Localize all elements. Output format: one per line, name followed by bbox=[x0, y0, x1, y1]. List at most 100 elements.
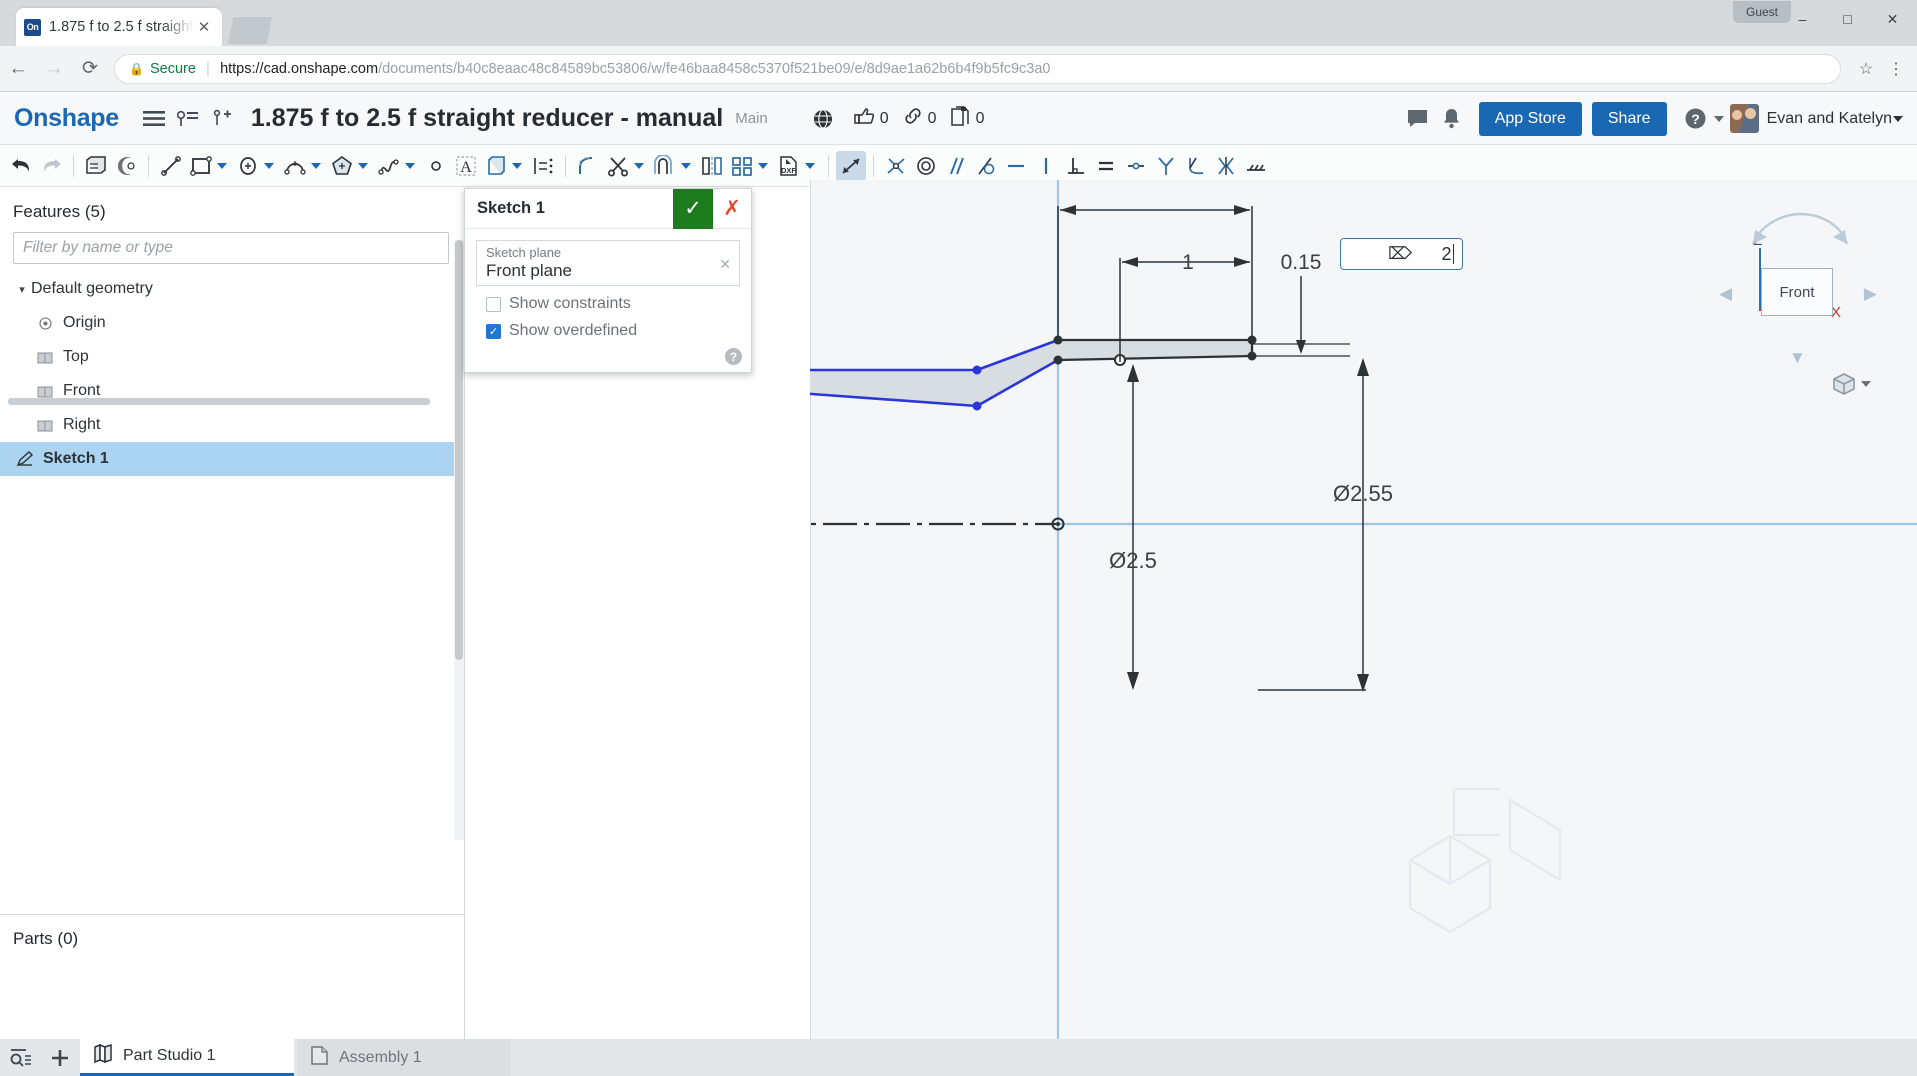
arc-tool[interactable] bbox=[280, 151, 310, 181]
sketch-plane-field[interactable]: Sketch plane Front plane ✕ bbox=[476, 240, 740, 286]
bookmark-star-icon[interactable]: ☆ bbox=[1851, 54, 1881, 84]
version-graph-icon[interactable] bbox=[171, 102, 205, 136]
offset-icon[interactable] bbox=[650, 151, 680, 181]
app-store-button[interactable]: App Store bbox=[1478, 101, 1582, 136]
tangent-constraint[interactable] bbox=[971, 151, 1001, 181]
avatar[interactable] bbox=[1729, 104, 1759, 133]
comment-icon[interactable] bbox=[1401, 102, 1435, 136]
onshape-logo[interactable]: Onshape bbox=[14, 104, 119, 133]
spline-chevron-down-icon[interactable] bbox=[405, 162, 415, 169]
use-chevron-down-icon[interactable] bbox=[512, 162, 522, 169]
cad-viewport[interactable]: 1 0.15 Ø2.5 Ø2.55 Z X Front ◀ ▶ bbox=[810, 180, 1917, 1039]
chevron-down-icon[interactable]: ▾ bbox=[13, 283, 31, 296]
new-tab-button[interactable] bbox=[228, 17, 272, 44]
view-cube-menu[interactable] bbox=[1830, 370, 1871, 398]
undo-button[interactable] bbox=[6, 151, 36, 181]
close-icon[interactable]: ✕ bbox=[194, 17, 214, 37]
pattern-chevron-down-icon[interactable] bbox=[758, 162, 768, 169]
kebab-menu-icon[interactable]: ⋮ bbox=[1881, 54, 1911, 84]
tree-item-default-geometry[interactable]: ▾ Default geometry bbox=[0, 272, 464, 306]
construction-line-icon[interactable] bbox=[1241, 151, 1271, 181]
arc-chevron-down-icon[interactable] bbox=[311, 162, 321, 169]
show-constraints-row[interactable]: Show constraints bbox=[465, 286, 751, 313]
spline-tool[interactable] bbox=[374, 151, 404, 181]
hamburger-menu-icon[interactable] bbox=[137, 102, 171, 136]
add-tab-icon[interactable] bbox=[40, 1039, 80, 1076]
rectangle-chevron-down-icon[interactable] bbox=[217, 162, 227, 169]
show-overdefined-checkbox[interactable]: ✓ bbox=[486, 323, 501, 339]
sketch-text-icon[interactable]: A bbox=[451, 151, 481, 181]
notification-bell-icon[interactable] bbox=[1435, 102, 1469, 136]
rectangle-tool[interactable] bbox=[186, 151, 216, 181]
thumbs-up-icon[interactable] bbox=[854, 106, 875, 132]
insert-version-icon[interactable] bbox=[205, 102, 239, 136]
show-constraints-checkbox[interactable] bbox=[486, 296, 501, 312]
help-chevron-down-icon[interactable] bbox=[1713, 115, 1724, 122]
help-question-icon[interactable]: ? bbox=[1679, 102, 1713, 136]
polygon-tool[interactable] bbox=[327, 151, 357, 181]
midpoint-constraint[interactable] bbox=[1121, 151, 1151, 181]
dimension-tool[interactable] bbox=[836, 150, 866, 181]
use-projection-icon[interactable] bbox=[481, 151, 511, 181]
tree-item-right[interactable]: Right bbox=[0, 408, 464, 442]
revolve-button[interactable] bbox=[111, 151, 141, 181]
equal-constraint[interactable] bbox=[1091, 151, 1121, 181]
trim-scissors-icon[interactable] bbox=[603, 151, 633, 181]
dxf-import-icon[interactable]: DXF bbox=[774, 151, 804, 181]
view-cube[interactable]: Z X Front ◀ ▶ ▼ bbox=[1719, 212, 1877, 368]
tree-item-top[interactable]: Top bbox=[0, 340, 464, 374]
extrude-button[interactable] bbox=[81, 151, 111, 181]
mirror-icon[interactable] bbox=[697, 151, 727, 181]
window-maximize-button[interactable]: □ bbox=[1825, 4, 1870, 34]
trim-chevron-down-icon[interactable] bbox=[634, 162, 644, 169]
normal-constraint[interactable] bbox=[1211, 151, 1241, 181]
view-rotate-left-arrow[interactable]: ◀ bbox=[1719, 284, 1732, 304]
url-input[interactable]: 🔒 Secure | https://cad.onshape.com/docum… bbox=[114, 53, 1841, 84]
tab-part-studio-1[interactable]: Part Studio 1 bbox=[80, 1039, 294, 1076]
rotate-view-icon[interactable] bbox=[1739, 210, 1859, 260]
back-button[interactable]: ← bbox=[0, 51, 36, 87]
offset-chevron-down-icon[interactable] bbox=[681, 162, 691, 169]
link-icon[interactable] bbox=[903, 106, 923, 131]
browser-tab[interactable]: On 1.875 f to 2.5 f straight re ✕ bbox=[16, 8, 222, 46]
circle-chevron-down-icon[interactable] bbox=[264, 162, 274, 169]
dxf-chevron-down-icon[interactable] bbox=[805, 162, 815, 169]
view-rotate-right-arrow[interactable]: ▶ bbox=[1864, 284, 1877, 304]
tree-item-sketch-1[interactable]: Sketch 1 bbox=[0, 442, 464, 476]
dimension-tools-icon[interactable] bbox=[528, 151, 558, 181]
copy-group[interactable]: 0 bbox=[950, 105, 984, 132]
share-button[interactable]: Share bbox=[1591, 101, 1667, 136]
coincident-constraint[interactable] bbox=[881, 151, 911, 181]
link-group[interactable]: 0 bbox=[903, 106, 937, 131]
point-tool[interactable] bbox=[421, 151, 451, 181]
curvature-constraint[interactable] bbox=[1181, 151, 1211, 181]
perpendicular-constraint[interactable] bbox=[1061, 151, 1091, 181]
window-close-button[interactable]: ✕ bbox=[1870, 4, 1915, 34]
linear-pattern-icon[interactable] bbox=[727, 151, 757, 181]
horizontal-constraint[interactable] bbox=[1001, 151, 1031, 181]
show-overdefined-row[interactable]: ✓ Show overdefined bbox=[465, 313, 751, 340]
clear-x-icon[interactable]: ✕ bbox=[719, 256, 731, 273]
view-cube-front-face[interactable]: Front bbox=[1761, 268, 1833, 316]
line-tool[interactable] bbox=[156, 151, 186, 181]
public-globe-icon[interactable] bbox=[806, 102, 840, 136]
view-rotate-down-arrow[interactable]: ▼ bbox=[1789, 348, 1806, 368]
tree-item-origin[interactable]: Origin bbox=[0, 306, 464, 340]
symmetric-constraint[interactable] bbox=[1151, 151, 1181, 181]
feature-filter-input[interactable] bbox=[13, 232, 449, 264]
circle-tool[interactable] bbox=[233, 151, 263, 181]
sketch-fillet-icon[interactable] bbox=[573, 151, 603, 181]
window-minimize-button[interactable]: – bbox=[1780, 4, 1825, 34]
help-question-icon[interactable]: ? bbox=[725, 348, 742, 365]
panel-scrollbar[interactable] bbox=[454, 240, 464, 840]
dimension-value-input[interactable]: ⌦ 2 bbox=[1340, 238, 1463, 270]
element-search-icon[interactable] bbox=[0, 1039, 40, 1076]
tab-assembly-1[interactable]: Assembly 1 bbox=[297, 1039, 511, 1076]
x-close-icon[interactable]: ✗ bbox=[713, 189, 751, 229]
branch-label[interactable]: Main bbox=[735, 110, 768, 127]
user-name-label[interactable]: Evan and Katelyn bbox=[1767, 110, 1892, 128]
document-title[interactable]: 1.875 f to 2.5 f straight reducer - manu… bbox=[251, 104, 723, 133]
reload-button[interactable]: ⟳ bbox=[72, 51, 108, 87]
vertical-constraint[interactable] bbox=[1031, 151, 1061, 181]
view-cube-chevron-down-icon[interactable] bbox=[1861, 381, 1871, 387]
